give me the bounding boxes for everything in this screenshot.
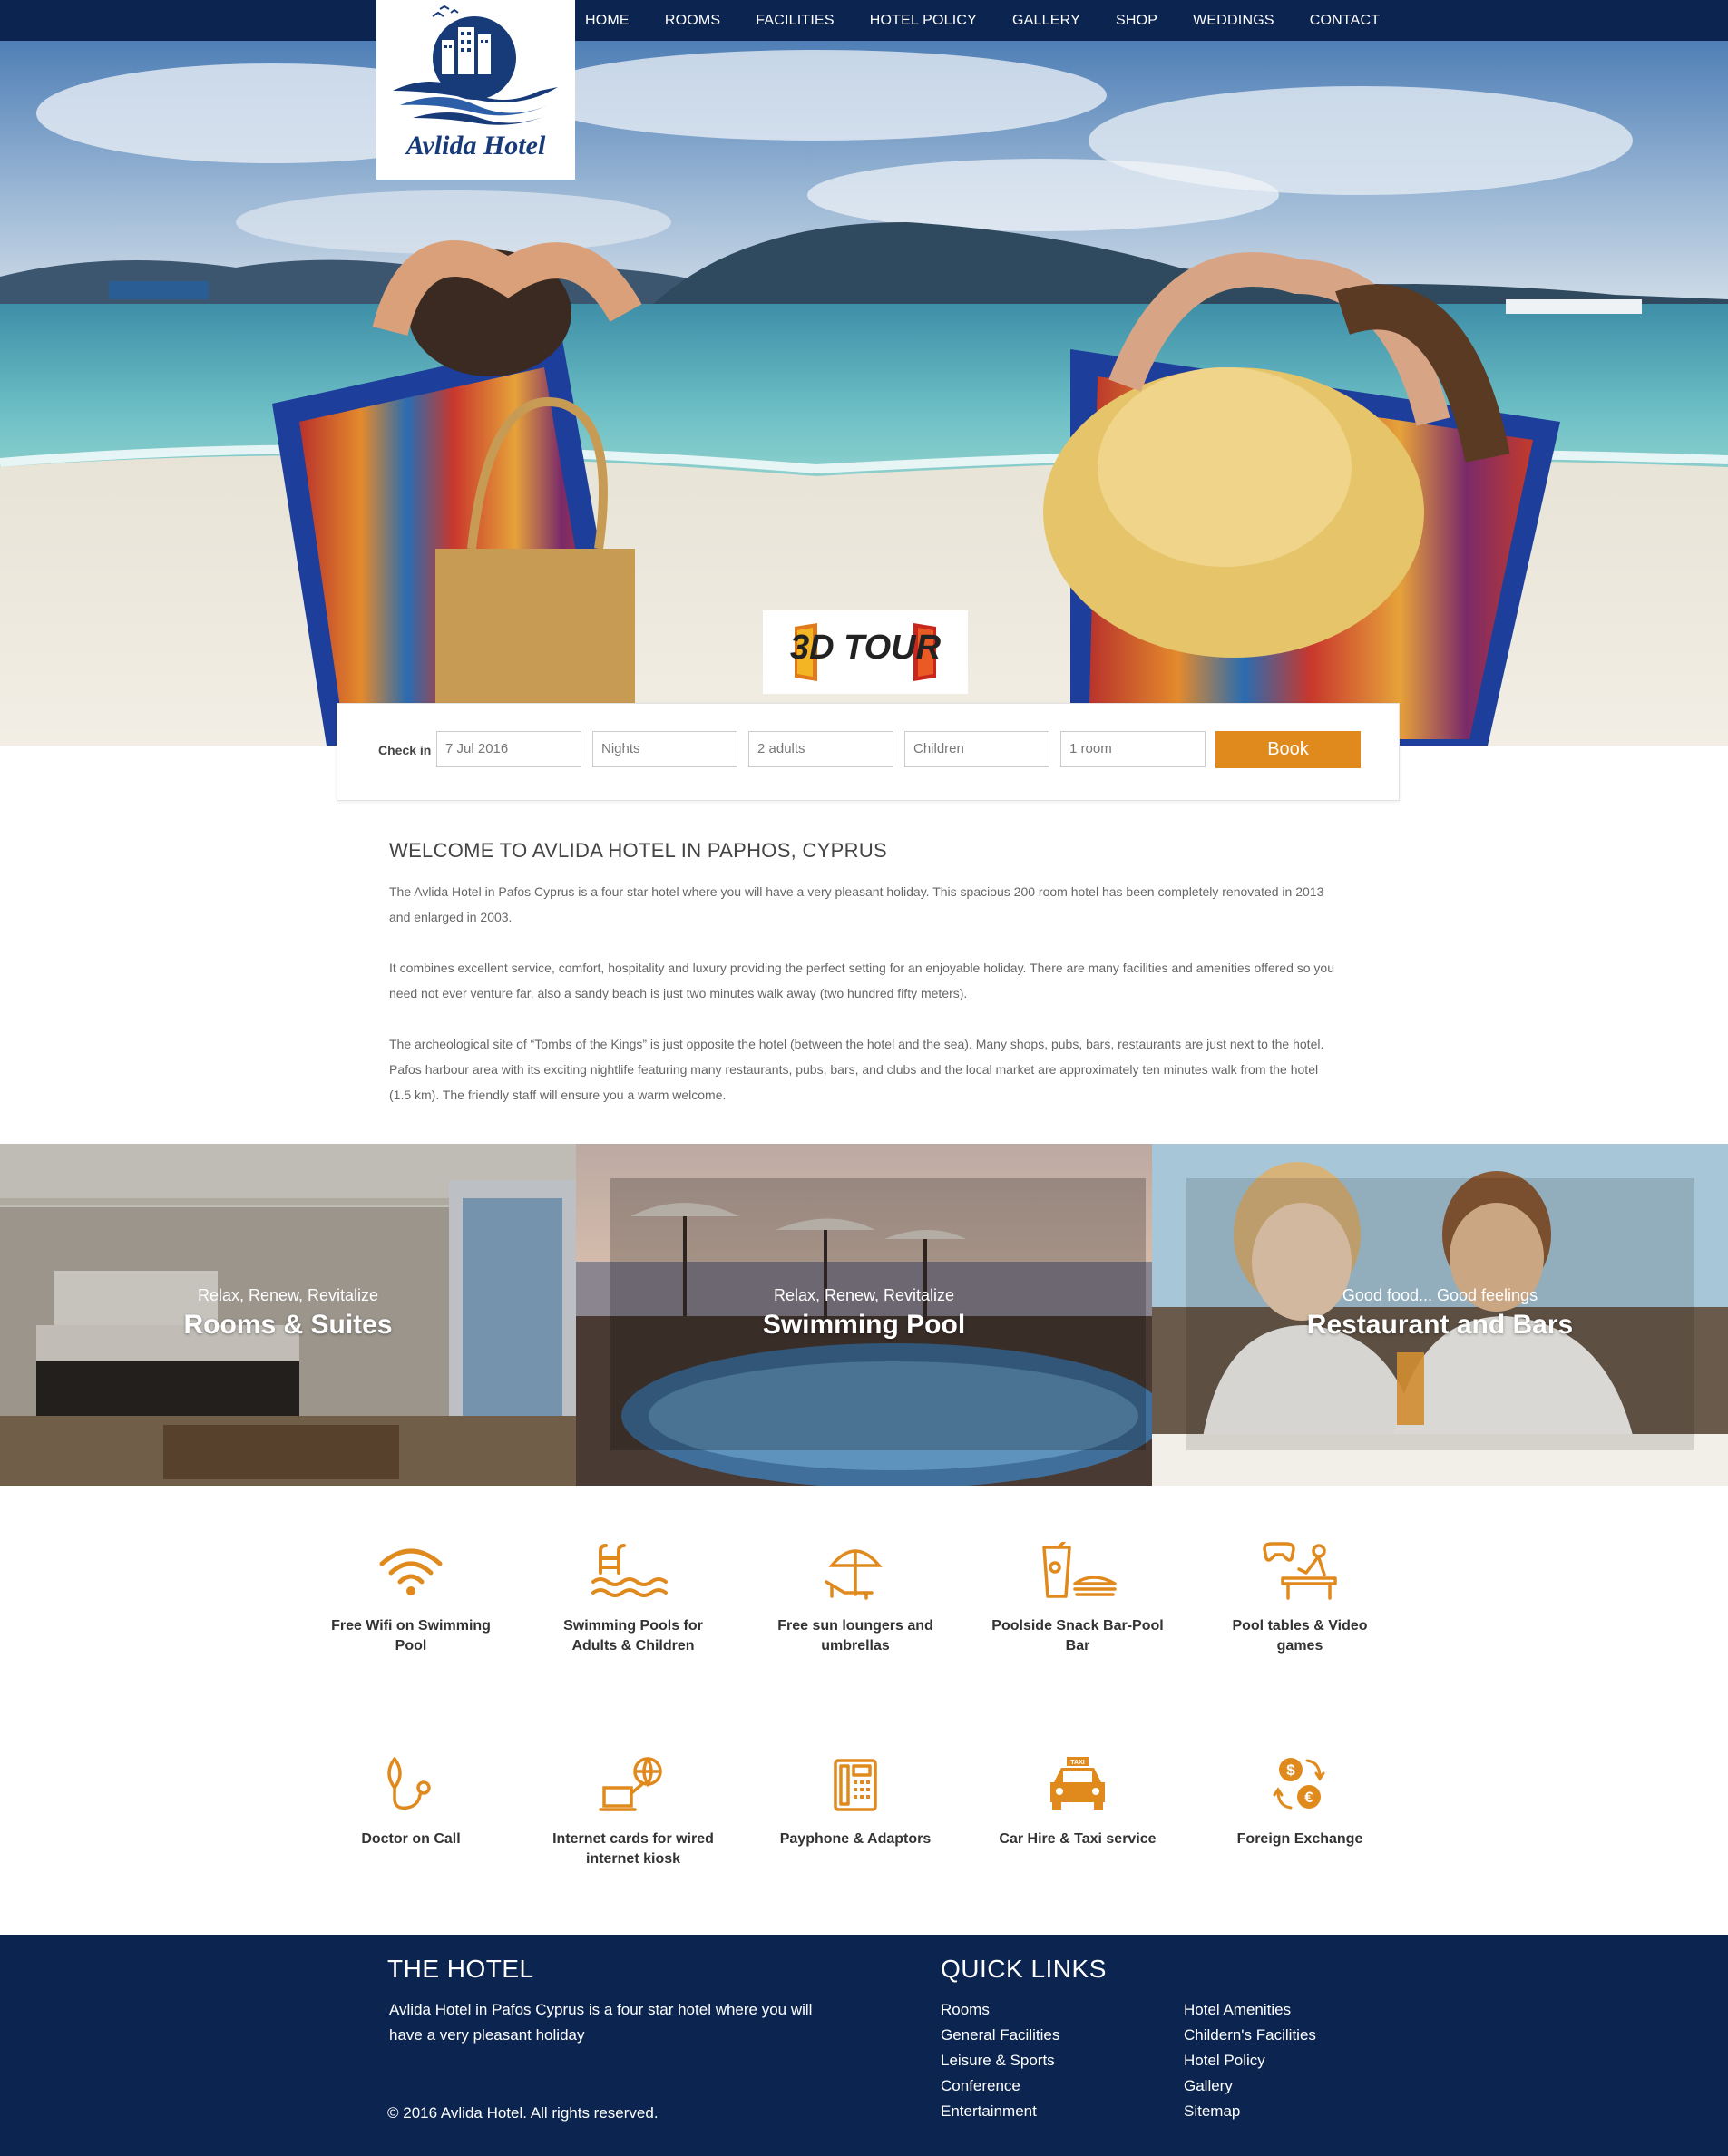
taxi-badge-text: TAXI — [1070, 1760, 1084, 1766]
currency-exchange-icon: $ € — [1273, 1758, 1325, 1810]
nav-weddings[interactable]: WEDDINGS — [1193, 13, 1274, 29]
footer-link-gallery[interactable]: Gallery — [1184, 2073, 1316, 2099]
book-button[interactable]: Book — [1215, 731, 1361, 768]
amenity-label: Free sun loungers and umbrellas — [777, 1618, 933, 1654]
footer-copyright: © 2016 Avlida Hotel. All rights reserved… — [387, 2104, 659, 2122]
nav-contact[interactable]: CONTACT — [1310, 13, 1381, 29]
panel-rooms[interactable]: Relax, Renew, Revitalize Rooms & Suites — [0, 1144, 576, 1486]
taxi-icon: TAXI — [1050, 1757, 1105, 1810]
footer-link-childrens-facilities[interactable]: Childern's Facilities — [1184, 2023, 1316, 2048]
hero-banner: 3D TOUR — [0, 41, 1728, 746]
panel-pool[interactable]: Relax, Renew, Revitalize Swimming Pool — [576, 1144, 1152, 1486]
amenity-internet: Internet cards for wired internet kiosk — [524, 1755, 742, 1869]
footer-link-conference[interactable]: Conference — [941, 2073, 1059, 2099]
amenity-label: Swimming Pools for Adults & Children — [563, 1618, 703, 1654]
site-footer: THE HOTEL Avlida Hotel in Pafos Cyprus i… — [0, 1935, 1728, 2156]
footer-link-rooms[interactable]: Rooms — [941, 1997, 1059, 2023]
amenity-label: Pool tables & Video games — [1232, 1618, 1368, 1654]
feature-panels: Relax, Renew, Revitalize Rooms & Suites … — [0, 1144, 1728, 1486]
hotel-logo[interactable]: Avlida Hotel — [376, 0, 575, 180]
footer-link-hotel-policy[interactable]: Hotel Policy — [1184, 2048, 1316, 2073]
amenity-doctor: Doctor on Call — [302, 1755, 520, 1849]
amenity-loungers: Free sun loungers and umbrellas — [747, 1542, 964, 1656]
rooms-select[interactable]: 1 room — [1060, 731, 1206, 767]
footer-quick-links-heading: QUICK LINKS — [941, 1955, 1107, 1983]
nav-shop[interactable]: SHOP — [1116, 13, 1157, 29]
nights-input[interactable]: Nights — [592, 731, 737, 767]
nav-home[interactable]: HOME — [585, 13, 630, 29]
panel-restaurant[interactable]: Good food... Good feelings Restaurant an… — [1152, 1144, 1728, 1486]
checkin-date-input[interactable]: 7 Jul 2016 — [436, 731, 581, 767]
logo-wordmark: Avlida Hotel — [405, 131, 546, 161]
nav-rooms[interactable]: ROOMS — [665, 13, 720, 29]
welcome-paragraph: The Avlida Hotel in Pafos Cyprus is a fo… — [389, 884, 1324, 924]
welcome-paragraph: The archeological site of “Tombs of the … — [389, 1037, 1324, 1102]
umbrella-icon — [825, 1549, 883, 1600]
amenity-label: Doctor on Call — [361, 1831, 461, 1847]
quick-links-col-1: Rooms General Facilities Leisure & Sport… — [941, 1997, 1059, 2124]
amenity-label: Poolside Snack Bar-Pool Bar — [991, 1618, 1164, 1654]
amenity-payphone: Payphone & Adaptors — [747, 1755, 964, 1849]
main-nav: HOME ROOMS FACILITIES HOTEL POLICY GALLE… — [585, 0, 1415, 41]
quick-links-col-2: Hotel Amenities Childern's Facilities Ho… — [1184, 1997, 1316, 2124]
footer-link-general-facilities[interactable]: General Facilities — [941, 2023, 1059, 2048]
panel-subtitle: Relax, Renew, Revitalize — [197, 1286, 379, 1304]
welcome-title: WELCOME TO AVLIDA HOTEL IN PAPHOS, CYPRU… — [389, 839, 887, 862]
welcome-paragraph: It combines excellent service, comfort, … — [389, 961, 1334, 1000]
internet-kiosk-icon — [599, 1757, 662, 1811]
panel-subtitle: Relax, Renew, Revitalize — [773, 1286, 955, 1304]
games-icon — [1263, 1542, 1337, 1600]
adults-select[interactable]: 2 adults — [748, 731, 893, 767]
amenity-label: Free Wifi on Swimming Pool — [331, 1618, 491, 1654]
footer-hotel-text: Avlida Hotel in Pafos Cyprus is a four s… — [389, 2001, 813, 2044]
amenity-label: Car Hire & Taxi service — [999, 1831, 1157, 1847]
amenity-snack-bar: Poolside Snack Bar-Pool Bar — [969, 1542, 1186, 1656]
footer-hotel-heading: THE HOTEL — [387, 1955, 534, 1983]
stethoscope-icon — [387, 1757, 431, 1810]
3d-tour-text: 3D TOUR — [790, 629, 942, 667]
panel-subtitle: Good food... Good feelings — [1342, 1286, 1538, 1304]
amenity-games: Pool tables & Video games — [1191, 1542, 1409, 1656]
wifi-icon — [379, 1548, 443, 1595]
nav-hotel-policy[interactable]: HOTEL POLICY — [870, 13, 977, 29]
footer-link-leisure-sports[interactable]: Leisure & Sports — [941, 2048, 1059, 2073]
amenity-label: Internet cards for wired internet kiosk — [552, 1831, 714, 1867]
3d-tour-icon: 3D TOUR — [790, 623, 942, 681]
dollar-symbol-icon: $ — [1286, 1761, 1295, 1779]
euro-symbol-icon: € — [1304, 1789, 1313, 1806]
nav-gallery[interactable]: GALLERY — [1012, 13, 1080, 29]
amenity-exchange: $ € Foreign Exchange — [1191, 1755, 1409, 1849]
amenity-taxi: TAXI Car Hire & Taxi service — [969, 1755, 1186, 1849]
amenity-wifi: Free Wifi on Swimming Pool — [302, 1542, 520, 1656]
pool-icon — [591, 1544, 668, 1597]
footer-link-hotel-amenities[interactable]: Hotel Amenities — [1184, 1997, 1316, 2023]
amenity-pools: Swimming Pools for Adults & Children — [524, 1542, 742, 1656]
footer-link-entertainment[interactable]: Entertainment — [941, 2099, 1059, 2124]
snack-bar-icon — [1042, 1542, 1117, 1598]
welcome-section: WELCOME TO AVLIDA HOTEL IN PAPHOS, CYPRU… — [389, 839, 1342, 1133]
children-select[interactable]: Children — [904, 731, 1049, 767]
booking-form: Check in 7 Jul 2016 Nights 2 adults Chil… — [337, 703, 1400, 801]
nav-facilities[interactable]: FACILITIES — [756, 13, 834, 29]
footer-link-sitemap[interactable]: Sitemap — [1184, 2099, 1316, 2124]
3d-tour-button[interactable]: 3D TOUR — [763, 610, 968, 694]
panel-title: Rooms & Suites — [183, 1310, 393, 1340]
payphone-icon — [834, 1759, 877, 1811]
amenity-label: Payphone & Adaptors — [779, 1831, 932, 1847]
panel-title: Restaurant and Bars — [1306, 1310, 1574, 1340]
checkin-label: Check in — [378, 743, 432, 757]
panel-title: Swimming Pool — [762, 1310, 966, 1340]
amenity-label: Foreign Exchange — [1236, 1831, 1363, 1847]
